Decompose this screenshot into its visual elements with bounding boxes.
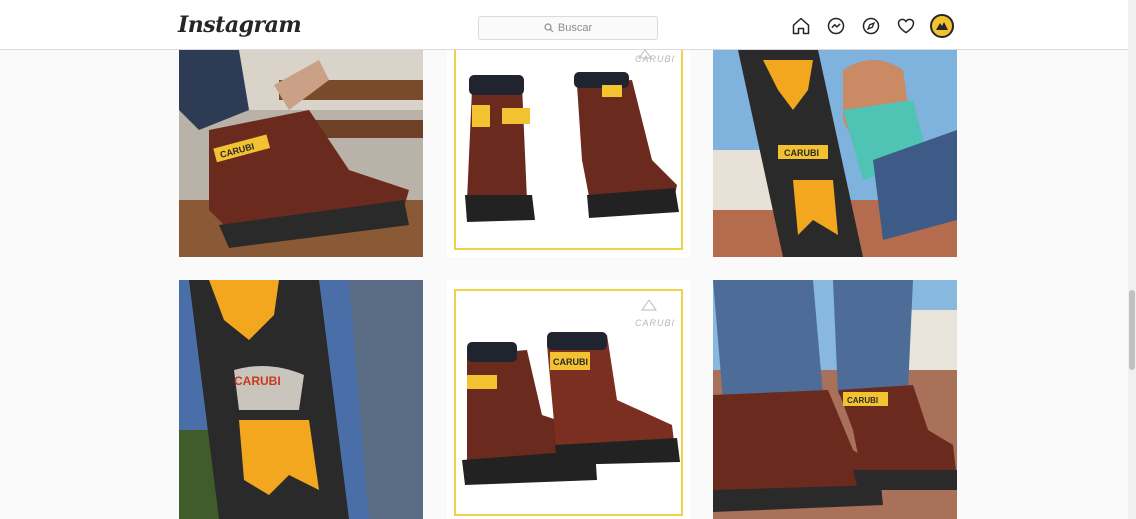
messenger-icon[interactable] xyxy=(825,15,847,37)
brand-label: CARUBI xyxy=(784,148,819,158)
brand-label: CARUBI xyxy=(234,374,281,388)
heart-icon[interactable] xyxy=(895,15,917,37)
boots-pair-product-photo xyxy=(447,50,690,257)
boot-sole-man-sitting-photo: CARUBI xyxy=(713,50,957,257)
profile-avatar[interactable] xyxy=(930,14,954,38)
search-placeholder: Buscar xyxy=(557,22,593,34)
boot-sole-closeup-photo: CARUBI xyxy=(179,280,423,519)
brand-watermark: CARUBI xyxy=(635,318,676,328)
brand-label: CARUBI xyxy=(847,396,878,405)
home-icon[interactable] xyxy=(790,15,812,37)
scrollbar-thumb[interactable] xyxy=(1129,290,1135,370)
boots-worn-outdoor-photo: CARUBI xyxy=(713,280,957,519)
top-navigation-bar: Instagram Buscar xyxy=(0,0,1128,50)
explore-icon[interactable] xyxy=(860,15,882,37)
search-icon xyxy=(544,23,554,33)
boot-lacing-photo: CARUBI xyxy=(179,50,423,257)
brand-label: CARUBI xyxy=(553,357,588,367)
grid-post-5[interactable]: CARUBI CARUBI xyxy=(447,280,690,519)
nav-icons xyxy=(790,14,954,38)
page-scrollbar[interactable] xyxy=(1128,0,1136,519)
grid-post-2[interactable]: CARUBI xyxy=(447,50,690,257)
search-input[interactable]: Buscar xyxy=(478,16,658,40)
grid-post-3[interactable]: CARUBI xyxy=(713,50,957,257)
mountain-logo-icon xyxy=(936,22,948,30)
grid-post-4[interactable]: CARUBI xyxy=(179,280,423,519)
boots-side-product-photo: CARUBI xyxy=(447,280,690,519)
grid-post-6[interactable]: CARUBI xyxy=(713,280,957,519)
grid-post-1[interactable]: CARUBI xyxy=(179,50,423,257)
instagram-logo[interactable]: Instagram xyxy=(178,12,302,38)
brand-watermark: CARUBI xyxy=(635,54,676,64)
